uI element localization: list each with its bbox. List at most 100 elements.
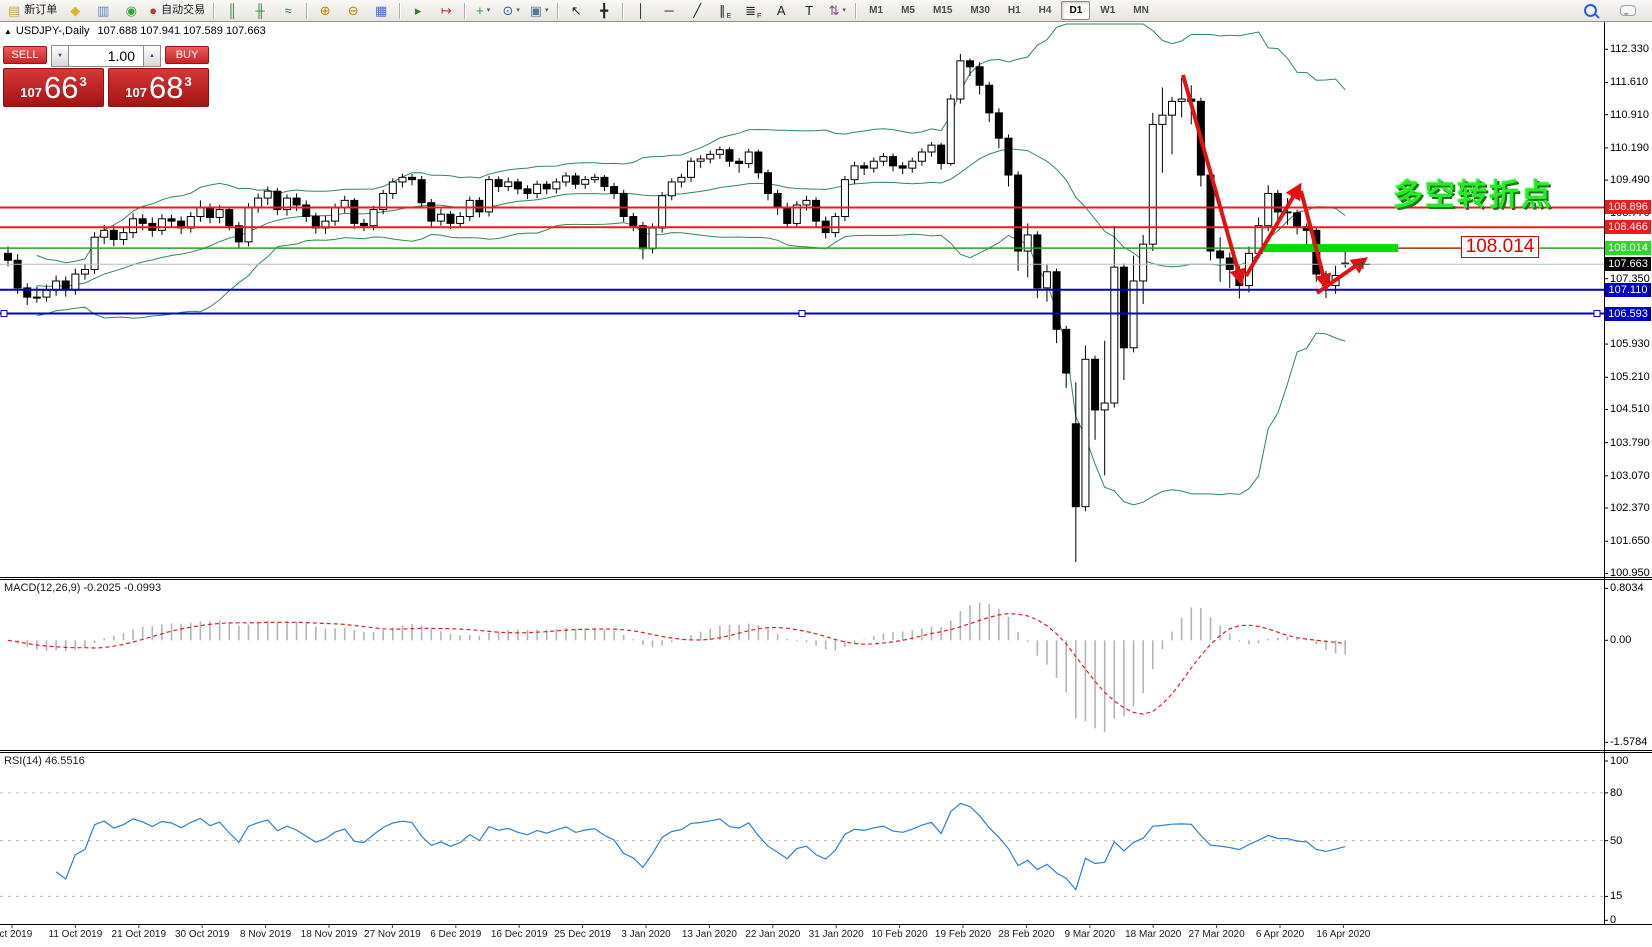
new-order-button[interactable]: ▤新订单	[5, 1, 60, 21]
autotrading-button-label: 自动交易	[161, 5, 205, 16]
candle-body	[264, 191, 271, 198]
text-label-icon[interactable]: T	[796, 1, 822, 21]
date-tick-label: 28 Feb 2020	[998, 929, 1054, 940]
cursor-icon[interactable]: ↖	[563, 1, 589, 21]
sell-price-button[interactable]: 107 66 3	[3, 68, 104, 107]
line-chart-icon-glyph: ≈	[285, 4, 292, 17]
timeframe-w1[interactable]: W1	[1092, 1, 1123, 20]
fibonacci-icon[interactable]: ≣F	[740, 1, 766, 21]
equidistant-channel-icon[interactable]: ∥E	[712, 1, 738, 21]
cursor-icon-glyph: ↖	[571, 4, 582, 17]
date-tick-label: 16 Dec 2019	[491, 929, 548, 940]
pane-separator-rsi[interactable]	[0, 750, 1652, 753]
volume-up-button[interactable]: ▲	[143, 45, 161, 67]
candle-body	[1149, 124, 1156, 244]
candle-body	[1159, 115, 1166, 124]
candle-body	[832, 216, 839, 232]
candle-body	[120, 233, 127, 240]
candlestick-chart-icon[interactable]: ╫	[247, 1, 273, 21]
candles-layer	[5, 54, 1349, 562]
chart-symbol-period: USDJPY-,Daily	[16, 25, 90, 37]
last-bar-marker	[1356, 259, 1370, 269]
arrows-icon[interactable]: ⇅▾	[824, 1, 850, 21]
chat-icon	[1620, 5, 1636, 16]
price-level-label[interactable]: 108.014	[1461, 236, 1539, 258]
candle-body	[514, 182, 521, 189]
price-tick-label: 109.490	[1610, 174, 1650, 186]
periods-button[interactable]: ⊙▾	[498, 1, 524, 21]
volume-input[interactable]	[69, 45, 143, 67]
signals-icon[interactable]: ◉	[118, 1, 144, 21]
sell-price-pips: 66	[44, 70, 78, 106]
buy-price-pips: 68	[149, 70, 183, 106]
line-chart-icon[interactable]: ≈	[275, 1, 301, 21]
timeframe-h4[interactable]: H4	[1031, 1, 1060, 20]
vertical-line-icon[interactable]: │	[628, 1, 654, 21]
new-chart-button[interactable]: +▾	[470, 1, 496, 21]
zoom-out-icon[interactable]: ⊖	[340, 1, 366, 21]
candle-body	[697, 159, 704, 161]
price-tick-label: 105.930	[1610, 338, 1650, 350]
chat-button[interactable]	[1615, 1, 1641, 21]
candle-body	[1120, 267, 1127, 348]
chart-title: ▲USDJPY-,Daily107.688 107.941 107.589 10…	[4, 25, 266, 37]
zoom-in-icon[interactable]: ⊕	[312, 1, 338, 21]
timeframe-m15[interactable]: M15	[925, 1, 960, 20]
candle-body	[813, 200, 820, 221]
candle-body	[1101, 403, 1108, 410]
candle-body	[72, 274, 79, 290]
collapse-chart-icon[interactable]: ▲	[4, 27, 12, 36]
candle-body	[909, 161, 916, 168]
candle-body	[158, 219, 165, 231]
chart-annotation-text[interactable]: 多空转折点	[1393, 170, 1553, 214]
autotrading-button[interactable]: ●自动交易	[146, 1, 208, 21]
text-icon[interactable]: A	[768, 1, 794, 21]
pane-separator-macd[interactable]	[0, 577, 1652, 580]
time-axis-line	[0, 924, 1652, 925]
volume-down-button[interactable]: ▼	[51, 45, 69, 67]
support-zone-band[interactable]	[1263, 244, 1398, 252]
timeframe-m1[interactable]: M1	[861, 1, 891, 20]
periods-button-dropdown-icon: ▾	[516, 7, 520, 14]
search-button[interactable]	[1577, 1, 1603, 21]
candle-body	[601, 177, 608, 186]
price-tick-label: 102.370	[1610, 502, 1650, 514]
timeframe-h1[interactable]: H1	[1000, 1, 1029, 20]
line-handle[interactable]	[1594, 311, 1600, 317]
buy-price-button[interactable]: 107 68 3	[108, 68, 209, 107]
horizontal-line-icon[interactable]: ─	[656, 1, 682, 21]
date-tick-label: 13 Jan 2020	[682, 929, 737, 940]
trend-arrow[interactable]	[1246, 187, 1299, 276]
buy-button[interactable]: BUY	[165, 46, 209, 64]
sell-price-figure: 107	[20, 85, 42, 100]
line-handle[interactable]	[1, 311, 7, 317]
templates-button[interactable]: ▣▾	[526, 1, 552, 21]
market-watch-icon[interactable]: ▥	[90, 1, 116, 21]
timeframe-m5[interactable]: M5	[893, 1, 923, 20]
candle-body	[81, 269, 88, 274]
line-handle[interactable]	[799, 311, 805, 317]
candle-body	[1092, 359, 1099, 410]
date-tick-label: 9 Mar 2020	[1065, 929, 1116, 940]
timeframe-d1[interactable]: D1	[1061, 1, 1090, 20]
trendline-icon[interactable]: ╱	[684, 1, 710, 21]
metaeditor-icon[interactable]: ◆	[62, 1, 88, 21]
candle-body	[332, 207, 339, 221]
tile-windows-icon[interactable]: ▦	[368, 1, 394, 21]
auto-scroll-icon[interactable]: ▸	[405, 1, 431, 21]
candle-body	[168, 219, 175, 221]
bar-chart-icon[interactable]: ║	[219, 1, 245, 21]
sell-button[interactable]: SELL	[3, 46, 47, 64]
crosshair-icon[interactable]: ╋	[591, 1, 617, 21]
chart-shift-icon[interactable]: ↦	[433, 1, 459, 21]
timeframe-mn[interactable]: MN	[1125, 1, 1157, 20]
vertical-line-icon-glyph: │	[637, 4, 645, 17]
chart-plot-area[interactable]	[0, 0, 1652, 947]
candle-body	[707, 154, 714, 159]
buy-price-point: 3	[184, 74, 191, 89]
candle-body	[409, 177, 416, 179]
fibonacci-icon-glyph: ≣	[745, 4, 756, 17]
zoom-in-icon-glyph: ⊕	[320, 4, 331, 17]
timeframe-m30[interactable]: M30	[962, 1, 997, 20]
candle-body	[216, 210, 223, 218]
